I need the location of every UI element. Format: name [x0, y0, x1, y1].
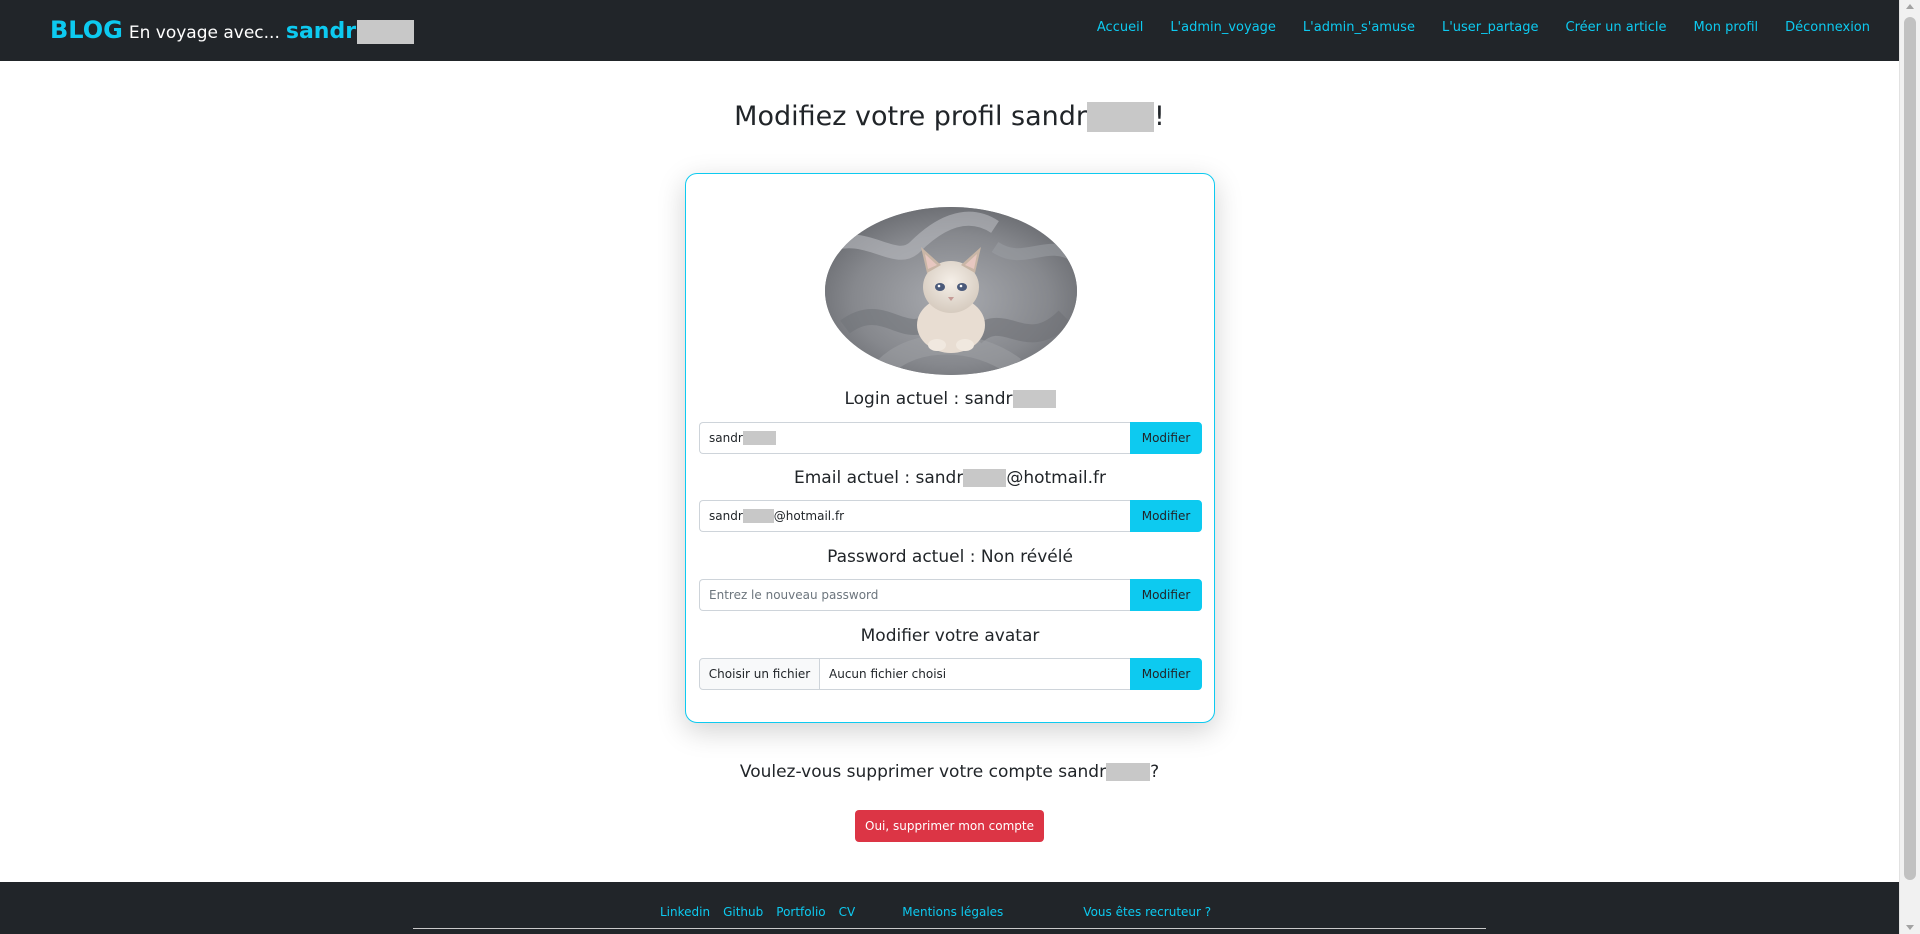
scroll-thumb[interactable]	[1904, 17, 1916, 880]
footer-link-linkedin[interactable]: Linkedin	[660, 905, 710, 919]
footer-link-mentions-legales[interactable]: Mentions légales	[902, 905, 1003, 919]
nav-link-creer-article[interactable]: Créer un article	[1566, 20, 1667, 35]
password-modify-button[interactable]: Modifier	[1130, 579, 1202, 611]
email-input-prefix: sandr	[709, 509, 743, 523]
login-label: Login actuel : sandr	[686, 389, 1214, 409]
brand[interactable]: BLOG En voyage avec... sandr	[50, 16, 415, 44]
footer-divider	[413, 928, 1486, 929]
avatar-label: Modifier votre avatar	[686, 626, 1214, 646]
scroll-down-arrow-icon[interactable]	[1906, 925, 1914, 930]
nav-link-user-partage[interactable]: L'user_partage	[1442, 20, 1539, 35]
email-input-group: sandr @hotmail.fr Modifier	[699, 500, 1202, 532]
vertical-scrollbar[interactable]	[1899, 0, 1920, 934]
footer-link-github[interactable]: Github	[723, 905, 763, 919]
redacted-block	[742, 431, 776, 445]
page-title-text: Modifiez votre profil sandr	[734, 101, 1087, 132]
footer: Linkedin Github Portfolio CV Mentions lé…	[0, 882, 1899, 934]
avatar-modify-button[interactable]: Modifier	[1130, 658, 1202, 690]
avatar-image	[825, 207, 1077, 375]
top-navbar: BLOG En voyage avec... sandr Accueil L'a…	[0, 0, 1899, 61]
email-label-text: Email actuel : sandr	[794, 468, 964, 488]
nav-link-mon-profil[interactable]: Mon profil	[1694, 20, 1759, 35]
brand-subtitle: En voyage avec...	[128, 23, 280, 43]
delete-question-suffix: ?	[1150, 762, 1160, 782]
nav-link-admin-samuse[interactable]: L'admin_s'amuse	[1303, 20, 1415, 35]
email-label-suffix: @hotmail.fr	[1006, 468, 1106, 488]
redacted-block	[963, 469, 1007, 487]
file-name-display: Aucun fichier choisi	[820, 658, 1130, 690]
avatar-input-group: Choisir un fichier Aucun fichier choisi …	[699, 658, 1202, 690]
page-title: Modifiez votre profil sandr!	[0, 101, 1899, 132]
delete-account-question: Voulez-vous supprimer votre compte sandr…	[0, 762, 1899, 782]
nav-link-accueil[interactable]: Accueil	[1097, 20, 1143, 35]
brand-username: sandr	[285, 19, 415, 44]
footer-link-recruteur[interactable]: Vous êtes recruteur ?	[1083, 905, 1211, 919]
password-input[interactable]: Entrez le nouveau password	[699, 579, 1130, 611]
nav-link-deconnexion[interactable]: Déconnexion	[1785, 20, 1870, 35]
nav-link-admin-voyage[interactable]: L'admin_voyage	[1170, 20, 1276, 35]
login-input-group: sandr Modifier	[699, 422, 1202, 454]
login-label-text: Login actuel : sandr	[844, 389, 1013, 409]
avatar-label-text: Modifier votre avatar	[860, 626, 1040, 646]
page-title-suffix: !	[1154, 101, 1165, 132]
brand-username-text: sandr	[285, 19, 357, 44]
redacted-block	[742, 509, 774, 523]
email-modify-button[interactable]: Modifier	[1130, 500, 1202, 532]
footer-link-cv[interactable]: CV	[839, 905, 856, 919]
redacted-block	[357, 19, 415, 44]
delete-question-text: Voulez-vous supprimer votre compte sandr	[739, 762, 1107, 782]
redacted-block	[1012, 390, 1056, 408]
redacted-block	[1087, 101, 1154, 132]
footer-link-portfolio[interactable]: Portfolio	[776, 905, 825, 919]
password-label-text: Password actuel : Non révélé	[827, 547, 1073, 567]
password-input-group: Entrez le nouveau password Modifier	[699, 579, 1202, 611]
brand-logo-text[interactable]: BLOG	[50, 16, 123, 44]
password-label: Password actuel : Non révélé	[686, 547, 1214, 567]
email-label: Email actuel : sandr @hotmail.fr	[686, 468, 1214, 488]
nav-links: Accueil L'admin_voyage L'admin_s'amuse L…	[1097, 20, 1870, 35]
login-modify-button[interactable]: Modifier	[1130, 422, 1202, 454]
redacted-block	[1106, 763, 1151, 781]
login-input[interactable]: sandr	[699, 422, 1130, 454]
footer-links: Linkedin Github Portfolio CV Mentions lé…	[660, 905, 1211, 919]
login-input-value: sandr	[709, 431, 743, 445]
profile-card: Login actuel : sandr sandr Modifier Emai…	[685, 173, 1215, 723]
email-input[interactable]: sandr @hotmail.fr	[699, 500, 1130, 532]
choose-file-button[interactable]: Choisir un fichier	[699, 658, 820, 690]
scroll-up-arrow-icon[interactable]	[1906, 4, 1914, 9]
email-input-suffix: @hotmail.fr	[773, 509, 845, 523]
delete-account-button[interactable]: Oui, supprimer mon compte	[855, 810, 1044, 842]
kitten-photo-icon	[825, 207, 1077, 375]
